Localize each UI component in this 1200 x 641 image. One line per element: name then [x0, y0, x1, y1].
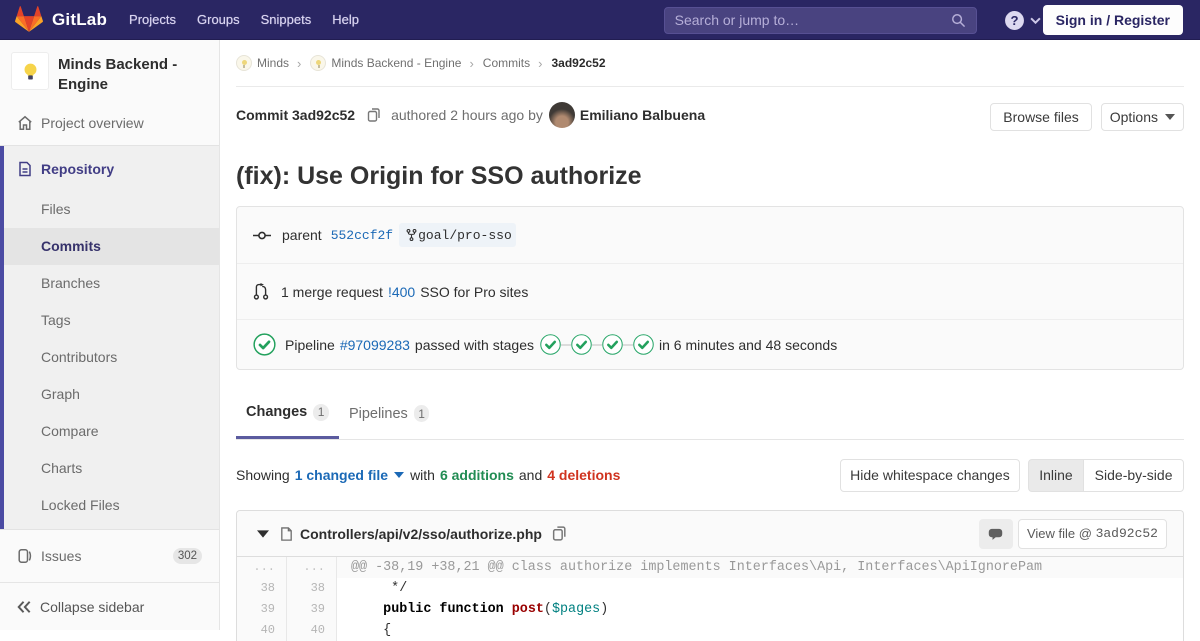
svg-text:?: ?	[1010, 13, 1018, 28]
